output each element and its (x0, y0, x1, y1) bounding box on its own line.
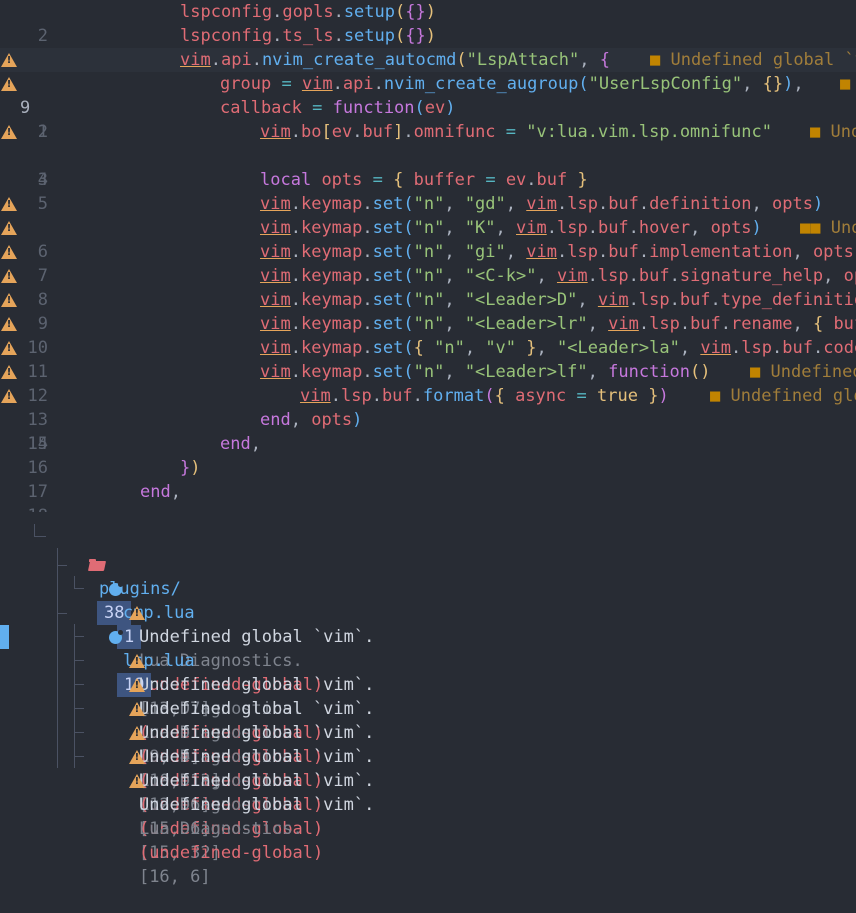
code-line[interactable]: 10 vim.keymap.set("n", "<Leader>D", vim.… (0, 288, 856, 358)
diagnostic-item[interactable]: Undefined global `vim`. Lua Diagnostics.… (88, 649, 374, 791)
warning-icon[interactable] (1, 389, 17, 403)
diagnostic-message: Undefined global `vim`. (138, 771, 375, 791)
diagnostic-position: [16, 6] (138, 867, 211, 887)
diagnostic-source: Lua Diagnostics. (138, 819, 303, 839)
warning-icon[interactable] (1, 293, 17, 307)
code-line[interactable]: 18 end, (0, 480, 856, 526)
diagnostic-item[interactable]: Undefined global `vim`. Lua Diagnostics.… (88, 577, 374, 719)
diagnostics-panel[interactable]: plugins/ 38 cmp.lua 1 Undefined global `… (0, 524, 856, 887)
diagnostic-item[interactable]: Undefined global `vim`. Lua Diagnostics.… (88, 673, 374, 815)
code-text: vim.keymap.set("n", "<C-k>", vim.lsp.buf… (260, 266, 856, 286)
code-line[interactable]: 14 vim.lsp.buf.format({ async = true }) … (0, 384, 856, 454)
code-line[interactable]: 1 group = vim.api.nvim_create_augroup("U… (0, 72, 856, 142)
code-text: vim.bo[ev.buf].omnifunc = "v:lua.vim.lsp… (260, 122, 772, 142)
code-text: vim.keymap.set("n", "<Leader>lf", functi… (260, 362, 711, 382)
virtual-text-diagnostic: ■ Und (810, 122, 856, 142)
sign-column (0, 240, 20, 264)
code-text: vim.keymap.set("n", "gd", vim.lsp.buf.de… (260, 194, 824, 214)
code-text: vim.lsp.buf.format({ async = true }) (300, 386, 669, 406)
warning-icon (128, 774, 145, 788)
warning-icon[interactable] (1, 317, 17, 331)
code-text: vim.keymap.set({ "n", "v" }, "<Leader>la… (260, 338, 856, 358)
virtual-text-diagnostic: ■ Undefined global `v (650, 50, 856, 70)
diagnostic-item[interactable]: Undefined global `vim`. Lua Diagnostics.… (88, 745, 374, 887)
warning-icon[interactable] (1, 125, 17, 139)
code-text: }) (180, 458, 201, 478)
code-line[interactable]: 2 lspconfig.gopls.setup({}) (0, 0, 856, 46)
code-line[interactable]: 12 vim.keymap.set({ "n", "v" }, "<Leader… (0, 336, 856, 406)
code-line[interactable]: 13 vim.keymap.set("n", "<Leader>lf", fun… (0, 360, 856, 430)
warning-icon[interactable] (1, 341, 17, 355)
code-text: vim.keymap.set("n", "<Leader>D", vim.lsp… (260, 290, 856, 310)
code-text: lspconfig.gopls.setup({}) (180, 2, 436, 22)
virtual-text-diagnostic: ■ Undefined (750, 362, 856, 382)
diagnostic-message: Undefined global `vim`. (138, 795, 375, 815)
code-editor[interactable]: 2 lspconfig.gopls.setup({}) 1 lspconfig.… (0, 0, 856, 526)
code-line[interactable]: 3 vim.bo[ev.buf].omnifunc = "v:lua.vim.l… (0, 120, 856, 190)
sign-column (0, 312, 20, 336)
sign-column (0, 216, 20, 240)
diagnostic-item[interactable]: Undefined global `vim`. Lua Diagnostics.… (88, 697, 374, 839)
virtual-text-diagnostic: ■ Undefined glo (710, 386, 856, 406)
sign-column (0, 336, 20, 360)
warning-icon[interactable] (1, 53, 17, 67)
code-line[interactable]: 9 vim.keymap.set("n", "<C-k>", vim.lsp.b… (0, 264, 856, 334)
sign-column (0, 384, 20, 408)
code-line[interactable]: 17 }) (0, 456, 856, 502)
window-separator (0, 512, 856, 524)
code-text: vim.keymap.set("n", "<Leader>lr", vim.ls… (260, 314, 856, 334)
sign-column (0, 72, 20, 96)
code-line[interactable]: 2 callback = function(ev) (0, 96, 856, 142)
cursor-indicator (0, 625, 9, 649)
tree-guide (34, 536, 46, 537)
virtual-text-diagnostic: ■■ Und (800, 218, 856, 238)
code-text: end, opts) (260, 410, 363, 430)
tree-guide (34, 524, 35, 536)
warning-icon[interactable] (1, 365, 17, 379)
code-line[interactable]: 4 (0, 144, 856, 190)
diagnostic-item[interactable]: Undefined global `vim`. Lua Diagnostics.… (88, 721, 374, 863)
sign-column (0, 48, 20, 72)
code-text: local opts = { buffer = ev.buf } (260, 170, 588, 190)
sign-column (0, 264, 20, 288)
code-text: end, (140, 482, 181, 502)
code-line[interactable]: 1 lspconfig.ts_ls.setup({}) (0, 24, 856, 70)
warning-icon[interactable] (1, 197, 17, 211)
sign-column (0, 192, 20, 216)
code-line[interactable]: 15 end, opts) (0, 408, 856, 454)
tree-guide (74, 732, 84, 733)
sign-column (0, 288, 20, 312)
diagnostic-item[interactable]: Undefined global `vim`. Lua Diagnostics.… (88, 625, 374, 767)
code-line[interactable]: 11 vim.keymap.set("n", "<Leader>lr", vim… (0, 312, 856, 382)
code-line[interactable]: 5 local opts = { buffer = ev.buf } (0, 168, 856, 214)
code-text: group = vim.api.nvim_create_augroup("Use… (220, 74, 804, 94)
file-row[interactable]: lsp.lua 19 (68, 601, 195, 697)
sign-column (0, 360, 20, 384)
warning-icon[interactable] (1, 269, 17, 283)
code-line[interactable]: 16 end, (0, 432, 856, 478)
code-line-current[interactable]: 9 vim.api.nvim_create_autocmd("LspAttach… (0, 48, 856, 118)
diagnostic-code: (undefined-global) (138, 843, 324, 863)
code-text: vim.keymap.set("n", "gi", vim.lsp.buf.im… (260, 242, 856, 262)
code-text: lspconfig.ts_ls.setup({}) (180, 26, 436, 46)
code-line[interactable]: 6 vim.keymap.set("n", "gd", vim.lsp.buf.… (0, 192, 856, 262)
code-text: vim.api.nvim_create_autocmd("LspAttach",… (180, 50, 610, 70)
sign-column (0, 120, 20, 144)
folder-row[interactable]: plugins/ 38 (48, 529, 181, 625)
virtual-text-diagnostic: ■ (840, 74, 851, 94)
warning-icon[interactable] (1, 77, 17, 91)
file-row[interactable]: cmp.lua 1 (68, 553, 195, 649)
tree-guide (74, 756, 84, 757)
warning-icon[interactable] (1, 221, 17, 235)
code-line[interactable]: 8 vim.keymap.set("n", "gi", vim.lsp.buf.… (0, 240, 856, 310)
code-line[interactable]: 7 vim.keymap.set("n", "K", vim.lsp.buf.h… (0, 216, 856, 286)
code-text: vim.keymap.set("n", "K", vim.lsp.buf.hov… (260, 218, 762, 238)
code-text: callback = function(ev) (220, 98, 456, 118)
code-text: end, (220, 434, 261, 454)
warning-icon[interactable] (1, 245, 17, 259)
